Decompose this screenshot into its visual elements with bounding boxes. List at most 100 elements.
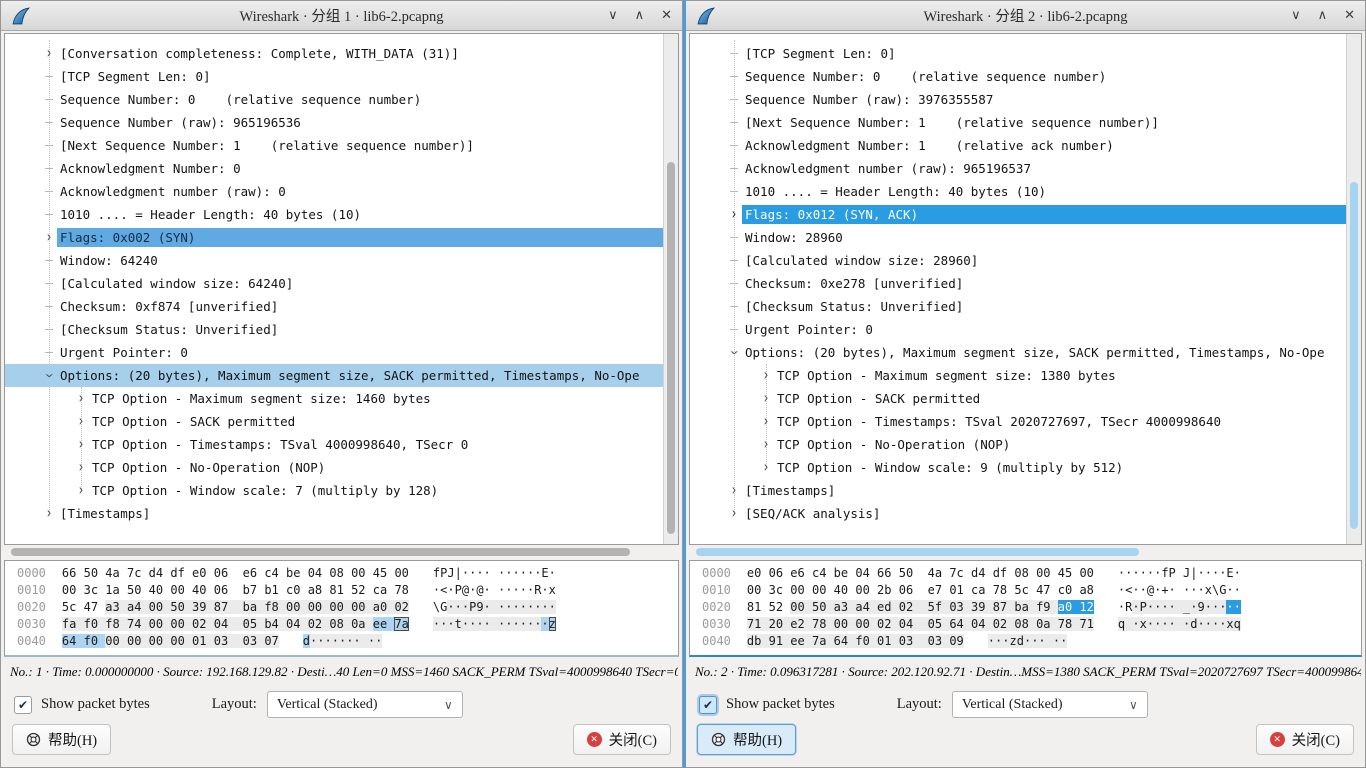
hex-byte[interactable]: c4 bbox=[812, 566, 834, 580]
tree-row[interactable]: [Checksum Status: Unverified] bbox=[5, 318, 663, 341]
ascii-group-gap[interactable] bbox=[1176, 600, 1183, 614]
ascii-char[interactable]: · bbox=[1205, 600, 1212, 614]
hex-byte[interactable]: 39 bbox=[192, 600, 214, 614]
ascii-group-gap[interactable] bbox=[491, 566, 498, 580]
expander-closed-icon[interactable]: › bbox=[77, 389, 84, 408]
hex-byte[interactable]: 02 bbox=[192, 617, 214, 631]
hex-byte[interactable]: 71 bbox=[747, 617, 769, 631]
hex-byte[interactable]: 78 bbox=[394, 583, 408, 597]
hex-byte[interactable]: 00 bbox=[62, 583, 84, 597]
hex-byte[interactable]: 00 bbox=[855, 583, 877, 597]
tree-row[interactable]: Checksum: 0xe278 [unverified] bbox=[690, 272, 1346, 295]
tree-row[interactable]: Sequence Number: 0 (relative sequence nu… bbox=[690, 65, 1346, 88]
hex-byte[interactable]: 08 bbox=[329, 617, 351, 631]
hex-byte[interactable]: 7c bbox=[949, 566, 971, 580]
tree-row[interactable]: ›Options: (20 bytes), Maximum segment si… bbox=[690, 341, 1346, 364]
ascii-char[interactable]: · bbox=[1234, 600, 1241, 614]
hex-group-gap[interactable] bbox=[235, 617, 242, 631]
hex-group-gap[interactable] bbox=[235, 600, 242, 614]
ascii-char[interactable]: · bbox=[512, 600, 519, 614]
show-packet-bytes-checkbox[interactable]: ✔ bbox=[699, 696, 717, 714]
packet-detail-tree[interactable]: [TCP Segment Len: 0]Sequence Number: 0 (… bbox=[689, 33, 1362, 545]
ascii-char[interactable]: E bbox=[541, 566, 548, 580]
packet-bytes-pane[interactable]: 0000e0 06 e6 c4 be 04 66 50 4a 7c d4 df … bbox=[689, 560, 1362, 657]
tree-row[interactable]: 1010 .... = Header Length: 40 bytes (10) bbox=[690, 180, 1346, 203]
help-button[interactable]: 帮助(H) bbox=[12, 724, 111, 755]
hex-byte[interactable]: df bbox=[993, 566, 1015, 580]
hex-byte[interactable]: 91 bbox=[769, 634, 791, 648]
hex-byte[interactable]: 04 bbox=[971, 617, 993, 631]
ascii-char[interactable]: · bbox=[1147, 566, 1154, 580]
window-close-icon[interactable]: ✕ bbox=[661, 9, 672, 22]
ascii-char[interactable]: x bbox=[549, 583, 556, 597]
hex-group-gap[interactable] bbox=[920, 617, 927, 631]
hex-byte[interactable]: 45 bbox=[1058, 566, 1080, 580]
hex-byte[interactable]: 7c bbox=[127, 566, 149, 580]
ascii-group-gap[interactable] bbox=[1176, 583, 1183, 597]
hex-byte[interactable]: 78 bbox=[1058, 617, 1080, 631]
hex-byte[interactable]: 50 bbox=[84, 566, 106, 580]
ascii-char[interactable]: z bbox=[549, 617, 556, 631]
ascii-char[interactable]: · bbox=[1132, 566, 1139, 580]
expander-open-icon[interactable]: › bbox=[40, 372, 59, 379]
hex-byte[interactable]: 03 bbox=[214, 634, 236, 648]
layout-select[interactable]: Vertical (Stacked) ∨ bbox=[952, 691, 1148, 718]
expander-open-icon[interactable]: › bbox=[725, 349, 744, 356]
maximize-icon[interactable]: ∧ bbox=[635, 9, 645, 22]
ascii-char[interactable]: · bbox=[455, 600, 462, 614]
ascii-char[interactable]: d bbox=[1017, 634, 1024, 648]
ascii-group-gap[interactable] bbox=[361, 634, 368, 648]
maximize-icon[interactable]: ∧ bbox=[1318, 9, 1328, 22]
tree-row[interactable]: [Next Sequence Number: 1 (relative seque… bbox=[5, 134, 663, 157]
hex-byte[interactable]: db bbox=[747, 634, 769, 648]
hex-byte[interactable]: 7a bbox=[394, 617, 408, 631]
hex-byte[interactable]: 00 bbox=[790, 600, 812, 614]
hex-byte[interactable]: e2 bbox=[790, 617, 812, 631]
window-close-icon[interactable]: ✕ bbox=[1344, 9, 1355, 22]
hex-byte[interactable]: c0 bbox=[286, 583, 308, 597]
ascii-char[interactable]: · bbox=[484, 617, 491, 631]
ascii-char[interactable]: · bbox=[1205, 617, 1212, 631]
hex-byte[interactable]: f0 bbox=[84, 634, 106, 648]
hex-byte[interactable]: f9 bbox=[1036, 600, 1058, 614]
hex-byte[interactable]: d4 bbox=[149, 566, 171, 580]
hex-byte[interactable]: 00 bbox=[170, 634, 192, 648]
ascii-char[interactable]: · bbox=[462, 600, 469, 614]
ascii-char[interactable]: x bbox=[1226, 617, 1233, 631]
ascii-char[interactable]: · bbox=[520, 583, 527, 597]
hex-byte[interactable]: 64 bbox=[62, 634, 84, 648]
hex-byte[interactable]: f0 bbox=[855, 634, 877, 648]
hex-group-gap[interactable] bbox=[920, 634, 927, 648]
hex-byte[interactable]: e7 bbox=[928, 583, 950, 597]
tree-row[interactable]: 1010 .... = Header Length: 40 bytes (10) bbox=[5, 203, 663, 226]
ascii-char[interactable]: P bbox=[1140, 600, 1147, 614]
hex-byte[interactable]: 00 bbox=[308, 600, 330, 614]
ascii-char[interactable]: + bbox=[1161, 583, 1168, 597]
ascii-char[interactable]: x bbox=[1205, 583, 1212, 597]
ascii-char[interactable]: · bbox=[1132, 583, 1139, 597]
show-packet-bytes-checkbox[interactable]: ✔ bbox=[14, 696, 32, 714]
hex-byte[interactable]: 4a bbox=[928, 566, 950, 580]
horizontal-scrollbar[interactable] bbox=[690, 547, 1361, 558]
hex-byte[interactable]: e6 bbox=[243, 566, 265, 580]
expander-closed-icon[interactable]: › bbox=[77, 458, 84, 477]
hex-byte[interactable]: ee bbox=[790, 634, 812, 648]
ascii-char[interactable]: · bbox=[1169, 600, 1176, 614]
ascii-char[interactable]: · bbox=[541, 600, 548, 614]
tree-row[interactable]: [TCP Segment Len: 0] bbox=[5, 65, 663, 88]
hex-byte[interactable]: 00 bbox=[855, 617, 877, 631]
ascii-char[interactable]: · bbox=[1234, 566, 1241, 580]
hex-byte[interactable]: 50 bbox=[812, 600, 834, 614]
hex-byte[interactable]: be bbox=[834, 566, 856, 580]
hex-byte[interactable]: a8 bbox=[1079, 583, 1093, 597]
hex-byte[interactable]: 06 bbox=[769, 566, 791, 580]
hex-byte[interactable]: 02 bbox=[877, 617, 899, 631]
hex-byte[interactable]: 40 bbox=[192, 583, 214, 597]
hex-byte[interactable]: 00 bbox=[394, 566, 408, 580]
ascii-char[interactable]: E bbox=[1226, 566, 1233, 580]
hex-group-gap[interactable] bbox=[235, 566, 242, 580]
tree-row[interactable]: [Calculated window size: 64240] bbox=[5, 272, 663, 295]
hex-byte[interactable]: 00 bbox=[747, 583, 769, 597]
ascii-group-gap[interactable] bbox=[1176, 617, 1183, 631]
ascii-char[interactable]: · bbox=[541, 583, 548, 597]
